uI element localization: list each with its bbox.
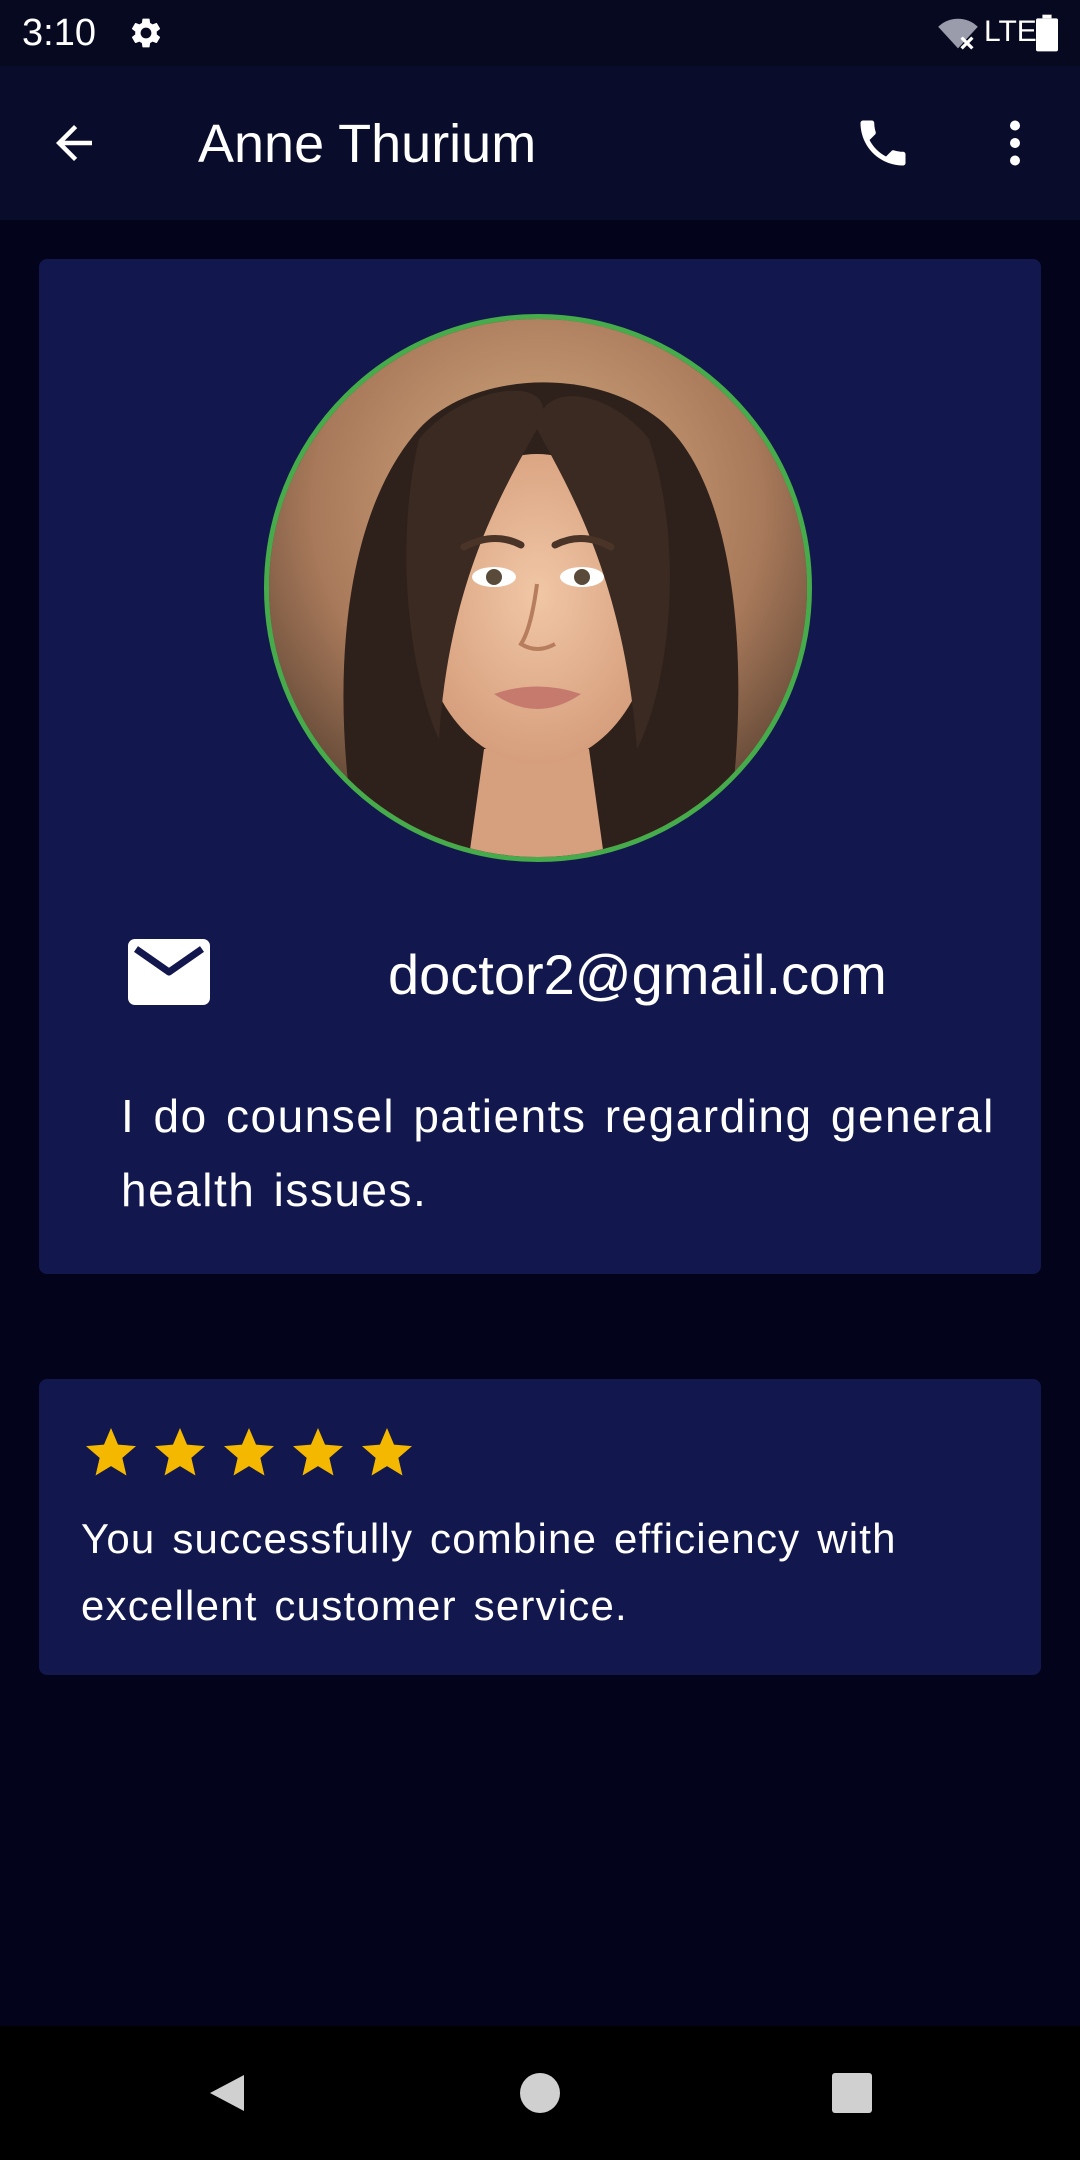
arrow-left-icon	[56, 125, 92, 161]
star-icon	[155, 1428, 205, 1476]
navigation-bar	[0, 2026, 1080, 2160]
avatar	[264, 314, 812, 862]
nav-recents-icon[interactable]	[822, 2063, 882, 2123]
gear-icon	[131, 18, 161, 48]
phone-icon	[860, 120, 906, 166]
mail-icon	[128, 939, 210, 1005]
nav-home-icon[interactable]	[510, 2063, 570, 2123]
back-button[interactable]	[40, 109, 108, 177]
more-vertical-icon	[1010, 120, 1020, 166]
email-row[interactable]: doctor2@gmail.com	[128, 927, 1008, 1023]
bio-text: I do counsel patients regarding general …	[121, 1090, 995, 1216]
battery-icon	[1036, 14, 1058, 52]
wifi-off-icon	[938, 18, 978, 50]
avatar-photo	[269, 319, 807, 857]
review-text: You successfully combine efficiency with…	[81, 1515, 897, 1629]
app-bar: Anne Thurium	[0, 66, 1080, 220]
star-icon	[224, 1428, 274, 1476]
nav-back-icon[interactable]	[196, 2063, 256, 2123]
page-title: Anne Thurium	[198, 114, 537, 174]
status-time: 3:10	[22, 12, 96, 54]
star-icon	[293, 1428, 343, 1476]
profile-card: doctor2@gmail.com I do counsel patients …	[39, 259, 1041, 1274]
star-icon	[86, 1428, 136, 1476]
call-button[interactable]	[848, 108, 918, 178]
star-rating	[81, 1423, 417, 1487]
review-card: You successfully combine efficiency with…	[39, 1379, 1041, 1675]
more-options-button[interactable]	[980, 108, 1050, 178]
email-address[interactable]: doctor2@gmail.com	[388, 943, 887, 1007]
status-bar: 3:10 LTE	[0, 0, 1080, 66]
network-type: LTE	[984, 15, 1037, 48]
star-icon	[362, 1428, 412, 1476]
